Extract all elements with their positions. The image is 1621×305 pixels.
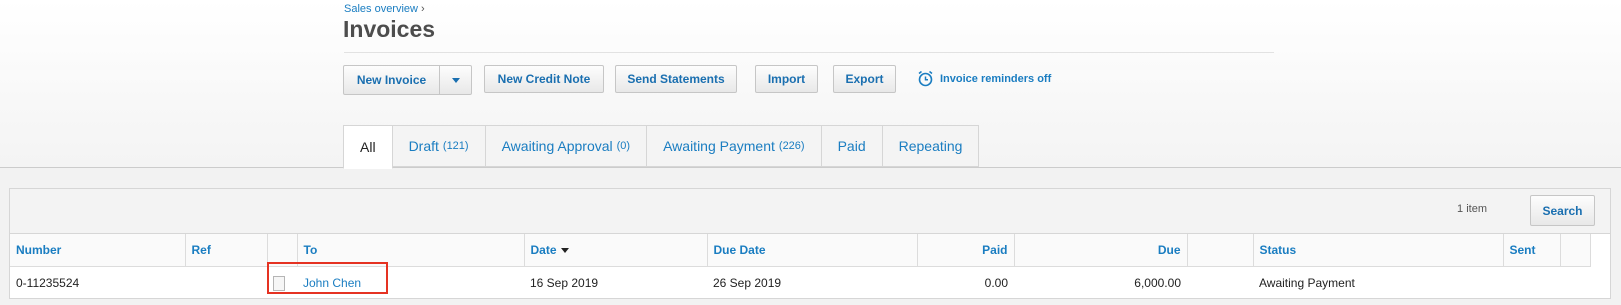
cell-number: 0-11235524 <box>16 276 80 291</box>
tab-awaiting-approval[interactable]: Awaiting Approval (0) <box>485 125 648 167</box>
tab-count: (0) <box>616 140 631 152</box>
tab-count: (226) <box>778 140 805 152</box>
invoice-status-tabs: All Draft (121) Awaiting Approval (0) Aw… <box>343 125 980 169</box>
column-date[interactable]: Date <box>524 234 708 267</box>
title-divider <box>344 52 1274 53</box>
cell-to: John Chen <box>297 266 524 300</box>
new-invoice-button[interactable]: New Invoice <box>344 66 440 94</box>
tab-label: All <box>360 139 376 155</box>
tab-count: (121) <box>442 140 469 152</box>
cell-options <box>1560 266 1590 300</box>
alarm-clock-icon <box>918 70 933 87</box>
column-paid[interactable]: Paid <box>917 234 1015 267</box>
column-number[interactable]: Number <box>10 234 186 267</box>
tab-label: Draft <box>408 138 439 154</box>
cell-sent <box>1503 266 1560 300</box>
table-row[interactable]: 0-11235524 John Chen 16 Sep 2019 26 Sep … <box>10 266 1590 300</box>
breadcrumb-separator: › <box>420 3 425 15</box>
table-header-row: Number Ref To Date Due Date Paid Due Sta… <box>10 234 1591 267</box>
invoice-reminders-label: Invoice reminders off <box>940 72 1052 85</box>
cell-due: 6,000.00 <box>1134 276 1181 291</box>
column-status[interactable]: Status <box>1253 234 1504 267</box>
breadcrumb-sales-overview[interactable]: Sales overview <box>344 3 418 15</box>
tab-repeating[interactable]: Repeating <box>882 125 980 167</box>
column-icon <box>267 234 298 267</box>
cell-date: 16 Sep 2019 <box>530 276 599 291</box>
item-count: 1 item <box>1457 203 1487 215</box>
chevron-down-icon <box>451 77 460 83</box>
breadcrumb: Sales overview › <box>344 3 425 15</box>
cell-due-date: 26 Sep 2019 <box>713 276 782 291</box>
import-button[interactable]: Import <box>755 65 818 93</box>
list-toolbar: 1 item Search <box>10 189 1610 234</box>
tab-label: Awaiting Payment <box>663 138 775 154</box>
cell-ref <box>185 266 267 300</box>
contact-link[interactable]: John Chen <box>303 276 361 290</box>
cell-icon <box>267 266 297 300</box>
tab-all[interactable]: All <box>343 125 393 169</box>
invoice-reminders-link[interactable]: Invoice reminders off <box>917 70 1051 87</box>
new-invoice-dropdown-button[interactable] <box>440 66 471 94</box>
document-icon <box>273 275 285 291</box>
invoice-table: Number Ref To Date Due Date Paid Due Sta… <box>10 234 1591 300</box>
page-title: Invoices <box>343 16 436 42</box>
tab-paid[interactable]: Paid <box>821 125 883 167</box>
cell-spacer <box>1187 266 1253 300</box>
sort-descending-icon <box>560 248 569 254</box>
tab-awaiting-payment[interactable]: Awaiting Payment (226) <box>647 125 822 167</box>
new-invoice-split-button: New Invoice <box>343 65 472 95</box>
new-credit-note-button[interactable]: New Credit Note <box>484 65 604 93</box>
column-sent[interactable]: Sent <box>1503 234 1561 267</box>
cell-paid: 0.00 <box>984 276 1008 291</box>
column-ref[interactable]: Ref <box>185 234 268 267</box>
column-date-label: Date <box>530 242 557 257</box>
column-due[interactable]: Due <box>1014 234 1188 267</box>
tab-label: Repeating <box>898 138 963 154</box>
export-button[interactable]: Export <box>833 65 896 93</box>
page-header: Sales overview › Invoices New Invoice New… <box>0 0 1621 169</box>
cell-status: Awaiting Payment <box>1259 276 1355 291</box>
tab-label: Awaiting Approval <box>501 138 613 154</box>
tab-draft[interactable]: Draft (121) <box>392 125 486 167</box>
send-statements-button[interactable]: Send Statements <box>615 65 737 93</box>
column-due-date[interactable]: Due Date <box>707 234 918 267</box>
tab-label: Paid <box>837 138 866 154</box>
column-spacer <box>1187 234 1254 267</box>
search-button[interactable]: Search <box>1530 195 1595 226</box>
column-options <box>1560 234 1591 267</box>
column-to[interactable]: To <box>297 234 525 267</box>
invoice-list-panel: 1 item Search Number Ref To Date Due Dat… <box>9 188 1611 299</box>
